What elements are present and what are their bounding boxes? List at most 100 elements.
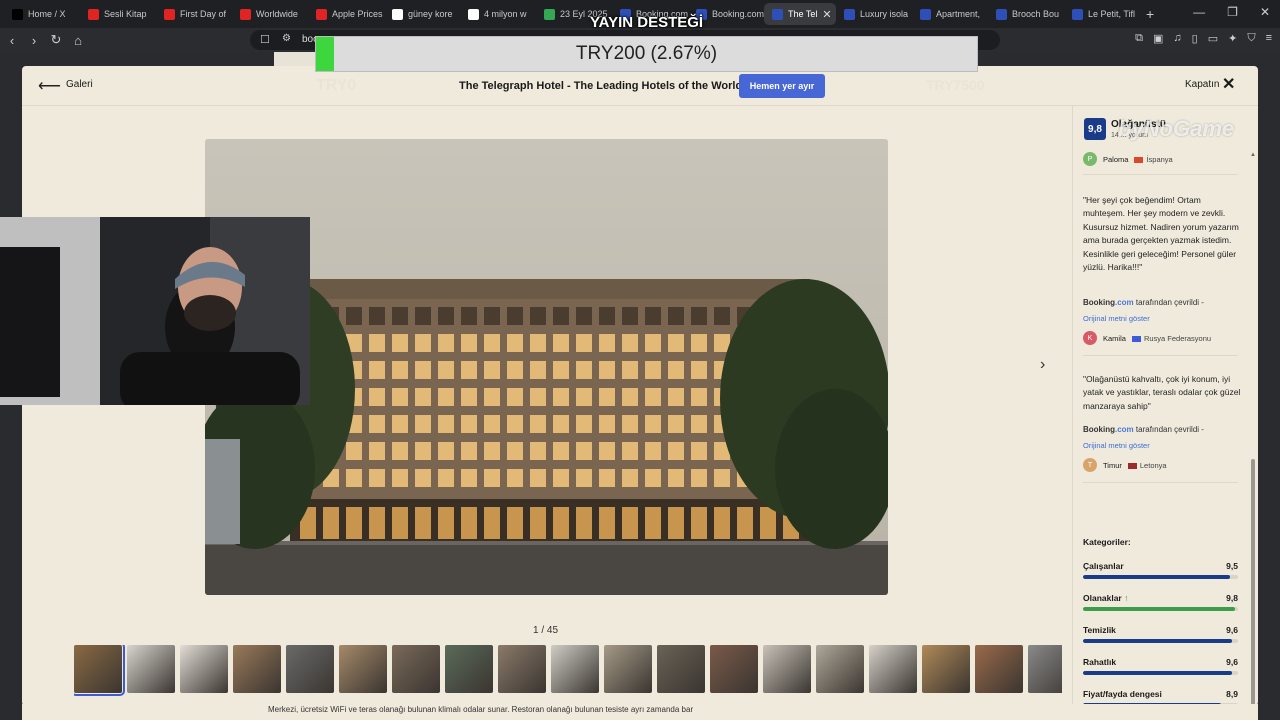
facade-window [369, 469, 385, 487]
gallery-thumbnail[interactable] [763, 645, 811, 693]
browser-tab[interactable]: The Tel ✕ [764, 3, 836, 25]
gallery-thumbnail[interactable] [74, 645, 125, 696]
restore-icon[interactable]: ❐ [1227, 5, 1238, 19]
facade-window [714, 469, 730, 487]
facade-window [668, 415, 684, 433]
facade-window [645, 307, 661, 325]
ground-window [530, 507, 546, 539]
gallery-thumbnail[interactable] [286, 645, 334, 693]
sidebar-icon[interactable]: ▯ [1192, 32, 1198, 45]
extensions-icon[interactable]: ⧉ [1135, 32, 1143, 45]
categories-title: Kategoriler: [1083, 537, 1131, 547]
browser-tab[interactable]: First Day of [156, 3, 232, 25]
bookmark-icon[interactable]: ☐ [260, 33, 270, 46]
home-icon[interactable]: ⌂ [68, 33, 88, 48]
gallery-thumbnail[interactable] [657, 645, 705, 693]
gallery-thumbnail[interactable] [339, 645, 387, 693]
browser-tab[interactable]: Home / X [4, 3, 80, 25]
forward-icon[interactable]: › [24, 33, 44, 48]
translation-suffix: tarafından çevrildi - [1135, 298, 1204, 307]
close-label[interactable]: Kapatın [1185, 79, 1219, 90]
close-window-icon[interactable]: ✕ [1260, 5, 1270, 19]
photo-counter: 1 / 45 [533, 625, 559, 636]
gallery-thumbnail[interactable] [445, 645, 493, 693]
gallery-thumbnail[interactable] [551, 645, 599, 693]
screenshot-icon[interactable]: ▣ [1153, 32, 1163, 45]
divider [1083, 174, 1238, 175]
back-icon[interactable]: ‹ [2, 33, 22, 48]
browser-tab[interactable]: Brooch Bou [988, 3, 1064, 25]
scroll-up-icon[interactable]: ▲ [1250, 152, 1256, 158]
reserve-button[interactable]: Hemen yer ayır [739, 74, 825, 98]
facade-window [553, 442, 569, 460]
ground-window [461, 507, 477, 539]
category-bar-track [1083, 575, 1238, 579]
shield-icon[interactable]: ⛉ [1247, 32, 1255, 45]
scrollbar-thumb[interactable] [1251, 459, 1255, 706]
facade-window [645, 469, 661, 487]
facade-window [484, 388, 500, 406]
show-original-link[interactable]: Orijinal metni göster [1083, 314, 1150, 323]
gallery-thumbnail[interactable] [498, 645, 546, 693]
facade-window [553, 307, 569, 325]
close-icon[interactable]: ✕ [1222, 74, 1235, 94]
minimize-icon[interactable]: — [1193, 5, 1205, 19]
tab-close-icon[interactable]: ✕ [822, 8, 831, 21]
translator-domain: .com [1115, 425, 1134, 434]
facade-window [691, 469, 707, 487]
site-info-icon[interactable]: ⚙ [282, 33, 291, 44]
show-original-link[interactable]: Orijinal metni göster [1083, 441, 1150, 450]
browser-tab[interactable]: Apple Prices [308, 3, 384, 25]
gallery-thumbnail[interactable] [1028, 645, 1062, 693]
browser-tab[interactable]: Worldwide [232, 3, 308, 25]
facade-window [691, 307, 707, 325]
browser-tab[interactable]: Apartment, [912, 3, 988, 25]
category-label: Fiyat/fayda dengesi [1083, 689, 1162, 699]
wallet-icon[interactable]: ▭ [1208, 32, 1218, 45]
music-icon[interactable]: ♫ [1173, 32, 1181, 45]
divider [1083, 355, 1238, 356]
facade-window [599, 334, 615, 352]
back-arrow-icon[interactable]: ⟵ [38, 76, 61, 96]
flag-icon [1134, 156, 1144, 163]
browser-tab[interactable]: güney kore [384, 3, 460, 25]
reviews-panel: 9,8 Olağanüstü 14 ... yorum ▲ P Paloma İ… [1072, 106, 1258, 707]
translation-note: Booking.com tarafından çevrildi - [1083, 298, 1204, 307]
gallery-thumbnail[interactable] [233, 645, 281, 693]
browser-tab[interactable]: Sesli Kitap [80, 3, 156, 25]
ground-window [737, 507, 753, 539]
donation-max: TRY7500 [926, 77, 985, 93]
ai-icon[interactable]: ✦ [1228, 32, 1237, 45]
facade-window [645, 415, 661, 433]
gallery-back-link[interactable]: Galeri [66, 79, 93, 90]
facade-window [484, 334, 500, 352]
menu-icon[interactable]: ≡ [1266, 32, 1272, 45]
category-score: 9,8 [1226, 593, 1238, 603]
gallery-thumbnail[interactable] [180, 645, 228, 693]
gallery-thumbnail[interactable] [127, 645, 175, 693]
browser-tab[interactable]: Le Petit, Tifl [1064, 3, 1140, 25]
facade-window [645, 334, 661, 352]
ground-window [369, 507, 385, 539]
booking-icon [844, 8, 855, 20]
category-bar-fill [1083, 639, 1232, 643]
gallery-thumbnail[interactable] [710, 645, 758, 693]
category-row: Temizlik 9,6 [1083, 625, 1238, 643]
browser-tab[interactable]: 4 milyon w [460, 3, 536, 25]
gallery-thumbnail[interactable] [816, 645, 864, 693]
facade-window [576, 388, 592, 406]
facade-window [438, 388, 454, 406]
gallery-thumbnail[interactable] [975, 645, 1023, 693]
next-photo-icon[interactable]: › [1040, 356, 1045, 374]
facade-window [507, 307, 523, 325]
gallery-thumbnail[interactable] [869, 645, 917, 693]
reload-icon[interactable]: ↻ [46, 32, 66, 48]
gallery-thumbnail[interactable] [392, 645, 440, 693]
facade-window [553, 469, 569, 487]
flag-icon [1131, 335, 1141, 342]
gallery-thumbnail[interactable] [922, 645, 970, 693]
ground-window [714, 507, 730, 539]
browser-tab[interactable]: Luxury isola [836, 3, 912, 25]
new-tab-icon[interactable]: + [1146, 6, 1154, 22]
gallery-thumbnail[interactable] [604, 645, 652, 693]
